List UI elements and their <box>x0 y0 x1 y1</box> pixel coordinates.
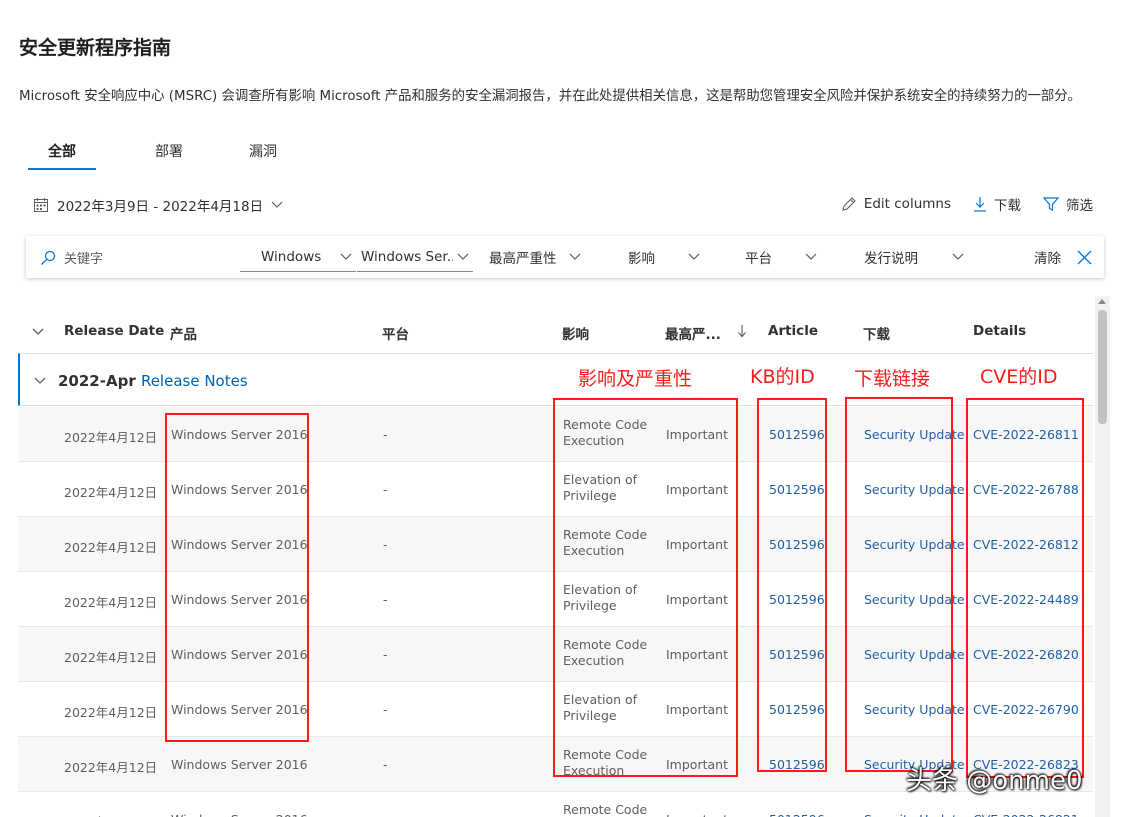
cell-cve-link[interactable]: CVE-2022-26821 <box>973 812 1079 817</box>
group-title: 2022-Apr Release Notes <box>58 372 248 390</box>
tab-all[interactable]: 全部 <box>28 138 96 170</box>
cell-release-date: 2022年4月12日 <box>64 595 158 610</box>
annotation-label-impact-severity: 影响及严重性 <box>578 368 693 390</box>
cell-release-date: 2022年4月12日 <box>64 650 158 665</box>
impact-dropdown[interactable]: 影响 <box>624 242 704 272</box>
edit-columns-button[interactable]: Edit columns <box>841 196 951 212</box>
close-icon <box>1077 250 1092 264</box>
column-article[interactable]: Article <box>768 323 818 339</box>
column-impact[interactable]: 影响 <box>562 323 589 343</box>
tab-vulnerabilities[interactable]: 漏洞 <box>216 138 310 170</box>
cell-download-link[interactable]: Security Update <box>864 812 965 817</box>
cell-platform: - <box>383 702 388 717</box>
annotation-label-cve-id: CVE的ID <box>980 366 1058 388</box>
cell-platform: - <box>383 427 388 442</box>
release-notes-link[interactable]: Release Notes <box>141 372 248 390</box>
column-details[interactable]: Details <box>973 323 1026 339</box>
tab-bar: 全部 部署 漏洞 <box>28 138 310 170</box>
tab-deployments[interactable]: 部署 <box>122 138 216 170</box>
date-range-picker[interactable]: 2022年3月9日 - 2022年4月18日 <box>33 195 291 215</box>
column-platform[interactable]: 平台 <box>382 323 409 343</box>
pencil-icon <box>842 197 856 211</box>
release-notes-dropdown[interactable]: 发行说明 <box>860 242 968 272</box>
cell-product: Windows Server 2016 <box>171 812 308 817</box>
scrollbar-thumb[interactable] <box>1098 310 1107 424</box>
cell-product: Windows Server 2016 <box>171 757 308 772</box>
download-label: 下载 <box>994 198 1021 214</box>
chevron-down-icon <box>569 253 581 260</box>
column-product[interactable]: 产品 <box>170 323 197 343</box>
keyword-placeholder: 关键字 <box>64 252 104 267</box>
keyword-search[interactable]: 关键字 <box>40 248 103 267</box>
product-family-value: Windows <box>261 248 322 265</box>
scroll-up-arrow-icon[interactable] <box>1098 299 1106 304</box>
sort-descending-icon[interactable] <box>737 324 747 338</box>
filter-button[interactable]: 筛选 <box>1043 194 1093 214</box>
chevron-down-icon <box>805 253 817 260</box>
chevron-down-icon <box>688 253 700 260</box>
cell-release-date: 2022年4月12日 <box>64 705 158 720</box>
chevron-down-icon <box>952 253 964 260</box>
chevron-down-icon <box>340 253 352 260</box>
collapse-all-icon[interactable] <box>32 328 44 336</box>
vertical-scrollbar[interactable] <box>1095 296 1110 817</box>
cell-platform: - <box>383 592 388 607</box>
cell-release-date: 2022年4月12日 <box>64 760 158 775</box>
product-value: Windows Ser... <box>361 248 453 265</box>
group-label: 2022-Apr <box>58 372 136 390</box>
impact-label: 影响 <box>628 251 655 267</box>
column-max-severity[interactable]: 最高严... <box>665 323 721 343</box>
chevron-down-icon <box>271 201 283 208</box>
cell-release-date: 2022年4月12日 <box>64 485 158 500</box>
cell-release-date: 2022年4月12日 <box>64 540 158 555</box>
column-download[interactable]: 下载 <box>863 323 890 343</box>
grid-header: Release Date 产品 平台 影响 最高严... Article 下载 … <box>18 310 1093 352</box>
clear-filters-button[interactable]: 清除 <box>1034 247 1092 267</box>
date-range-text: 2022年3月9日 - 2022年4月18日 <box>57 199 264 215</box>
cell-release-date: 2022年4月12日 <box>64 430 158 445</box>
watermark: 头条 @onme0 <box>906 766 1083 796</box>
search-icon <box>41 250 56 265</box>
product-dropdown[interactable]: Windows Ser... <box>357 242 473 272</box>
annotation-label-download-link: 下载链接 <box>854 368 931 390</box>
cell-platform: - <box>383 647 388 662</box>
filter-bar: 关键字 Windows Windows Ser... 最高严重性 影响 平台 发… <box>26 236 1104 278</box>
platform-label: 平台 <box>745 251 772 267</box>
calendar-icon <box>34 198 48 212</box>
edit-columns-label: Edit columns <box>863 196 951 212</box>
severity-dropdown[interactable]: 最高严重性 <box>485 242 585 272</box>
chevron-down-icon[interactable] <box>34 377 46 385</box>
product-family-dropdown[interactable]: Windows <box>240 242 356 272</box>
page-title: 安全更新程序指南 <box>19 37 172 59</box>
cell-platform: - <box>383 757 388 772</box>
cell-platform: - <box>383 812 388 817</box>
chevron-down-icon <box>457 253 469 260</box>
cell-release-date: 2022年4月12日 <box>64 812 157 817</box>
page-description: Microsoft 安全响应中心 (MSRC) 会调查所有影响 Microsof… <box>19 89 1082 104</box>
column-release-date[interactable]: Release Date <box>64 323 164 339</box>
annotation-box-cve-id <box>966 398 1084 778</box>
cell-severity: Important <box>666 812 728 817</box>
annotation-box-download-link <box>845 397 953 772</box>
annotation-label-kb-id: KB的ID <box>750 366 815 388</box>
download-icon <box>974 197 986 212</box>
filter-icon <box>1043 197 1059 211</box>
platform-dropdown[interactable]: 平台 <box>741 242 821 272</box>
cell-article-link[interactable]: 5012596 <box>769 812 825 817</box>
cell-platform: - <box>383 482 388 497</box>
grid-toolbar: Edit columns 下载 筛选 <box>819 194 1093 214</box>
severity-label: 最高严重性 <box>489 251 557 267</box>
annotation-box-product <box>165 413 309 742</box>
annotation-box-kb-id <box>757 398 827 772</box>
annotation-box-impact-severity <box>553 398 738 777</box>
filter-label: 筛选 <box>1066 198 1093 214</box>
release-notes-label: 发行说明 <box>864 251 918 267</box>
cell-platform: - <box>383 537 388 552</box>
download-button[interactable]: 下载 <box>973 194 1021 214</box>
cell-impact: Remote Code <box>563 802 648 817</box>
clear-label: 清除 <box>1034 251 1061 267</box>
